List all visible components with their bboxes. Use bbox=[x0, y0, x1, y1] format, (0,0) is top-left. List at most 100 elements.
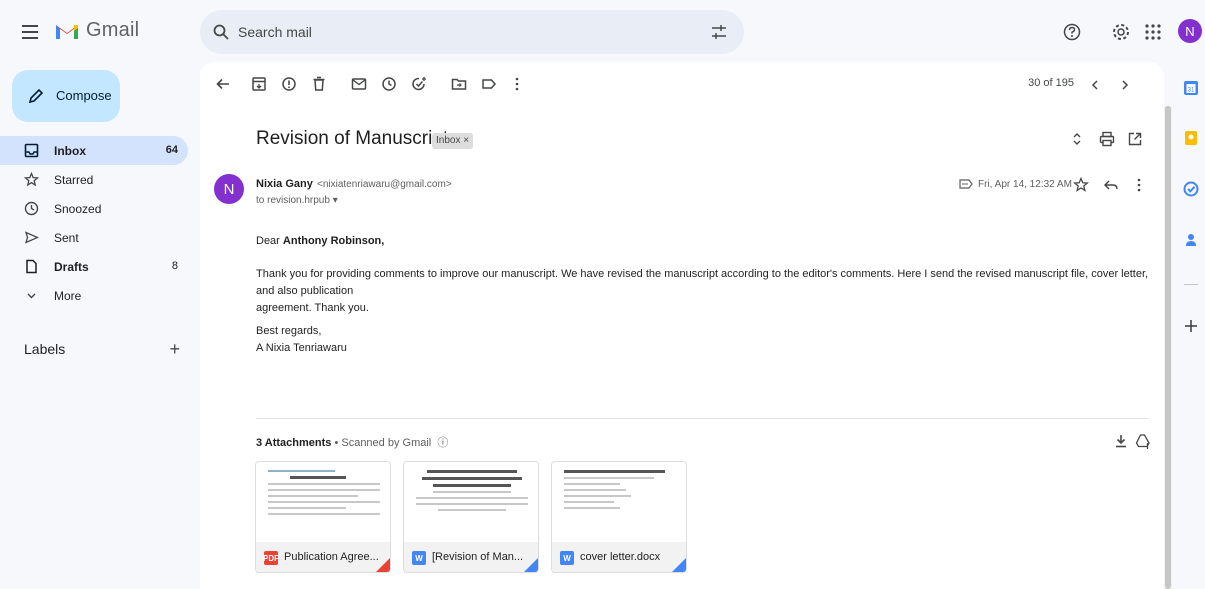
sender-name[interactable]: Nixia Gany bbox=[256, 178, 313, 190]
more-vertical-icon[interactable] bbox=[1130, 176, 1148, 194]
older-chevron-right-icon[interactable] bbox=[1116, 76, 1134, 94]
drafts-count: 8 bbox=[171, 260, 178, 272]
attachment-filename: Publication Agree... bbox=[284, 551, 379, 563]
reply-icon[interactable] bbox=[1102, 176, 1120, 194]
body-line-2: agreement. Thank you. bbox=[256, 302, 369, 314]
search-icon[interactable] bbox=[212, 23, 230, 41]
sidebar-item-more[interactable]: More bbox=[0, 281, 188, 310]
chevron-down-icon bbox=[27, 293, 36, 299]
sidebar-item-sent[interactable]: Sent bbox=[0, 223, 188, 252]
delete-trash-icon[interactable] bbox=[310, 75, 328, 93]
pencil-icon bbox=[28, 88, 44, 104]
sidebar-item-label: Starred bbox=[54, 173, 94, 187]
search-bar bbox=[200, 10, 744, 54]
file-type-corner bbox=[670, 556, 686, 572]
gmail-logo[interactable]: Gmail bbox=[54, 19, 139, 42]
expand-collapse-icon[interactable] bbox=[1068, 130, 1086, 148]
attachment-preview bbox=[404, 462, 538, 542]
account-avatar[interactable]: N bbox=[1178, 19, 1202, 43]
mark-unread-icon[interactable] bbox=[350, 75, 368, 93]
greeting-prefix: Dear bbox=[256, 235, 283, 247]
settings-gear-icon[interactable] bbox=[1111, 22, 1131, 42]
sidebar-item-label: Drafts bbox=[54, 260, 89, 274]
sidebar-item-snoozed[interactable]: Snoozed bbox=[0, 194, 188, 223]
message-panel: 30 of 195 Revision of Manuscript Inbox ×… bbox=[200, 62, 1164, 589]
header-separator: • bbox=[331, 437, 342, 449]
attachment-preview bbox=[256, 462, 390, 542]
labels-heading: Labels bbox=[24, 341, 66, 357]
closing-block: Best regards, A Nixia Tenriawaru bbox=[256, 323, 347, 357]
add-label-icon[interactable]: + bbox=[169, 339, 180, 360]
greeting-line: Dear Anthony Robinson, bbox=[256, 233, 384, 250]
label-tag-icon[interactable] bbox=[480, 75, 498, 93]
draft-file-icon bbox=[26, 259, 37, 274]
word-file-icon: W bbox=[560, 551, 574, 565]
attachment-card[interactable]: W cover letter.docx bbox=[551, 461, 687, 573]
attachment-card[interactable]: PDF Publication Agree... bbox=[255, 461, 391, 573]
sender-avatar[interactable]: N bbox=[214, 174, 244, 204]
file-type-corner bbox=[374, 556, 390, 572]
sidebar-item-inbox[interactable]: Inbox 64 bbox=[0, 136, 188, 165]
star-icon[interactable] bbox=[1072, 176, 1090, 194]
gmail-logo-text: Gmail bbox=[86, 19, 140, 41]
body-paragraph: Thank you for providing comments to impr… bbox=[256, 266, 1156, 317]
get-addons-plus-icon[interactable] bbox=[1183, 318, 1199, 334]
message-date: Fri, Apr 14, 12:32 AM bbox=[978, 179, 1072, 190]
attachment-footer: PDF Publication Agree... bbox=[256, 542, 390, 572]
labels-section: Labels + bbox=[24, 339, 184, 361]
calendar-icon[interactable]: 31 bbox=[1183, 80, 1199, 96]
email-subject: Revision of Manuscript bbox=[256, 128, 449, 149]
tasks-icon[interactable] bbox=[1183, 181, 1199, 197]
sidebar-item-label: Sent bbox=[54, 231, 79, 245]
add-to-tasks-icon[interactable] bbox=[410, 75, 428, 93]
star-icon bbox=[24, 172, 39, 187]
send-icon bbox=[24, 231, 39, 244]
sidebar-item-drafts[interactable]: Drafts 8 bbox=[0, 252, 188, 281]
report-spam-icon[interactable] bbox=[280, 75, 298, 93]
attachment-card[interactable]: W [Revision of Man... bbox=[403, 461, 539, 573]
more-vertical-icon[interactable] bbox=[508, 75, 526, 93]
message-scrollbar[interactable] bbox=[1164, 106, 1172, 589]
inbox-label-chip[interactable]: Inbox × bbox=[432, 133, 474, 149]
clock-icon bbox=[24, 201, 39, 216]
apps-grid-icon[interactable] bbox=[1143, 22, 1163, 42]
word-file-icon: W bbox=[412, 551, 426, 565]
snooze-clock-icon[interactable] bbox=[380, 75, 398, 93]
add-to-drive-icon[interactable] bbox=[1134, 432, 1152, 450]
recipient-details-toggle[interactable]: to revision.hrpub ▾ bbox=[256, 195, 338, 206]
closing-line: Best regards, bbox=[256, 325, 322, 337]
contacts-icon[interactable] bbox=[1183, 232, 1199, 248]
attachment-footer: W cover letter.docx bbox=[552, 542, 686, 572]
scrollbar-thumb[interactable] bbox=[1165, 106, 1171, 589]
back-arrow-icon[interactable] bbox=[214, 75, 232, 93]
label-important-icon bbox=[959, 179, 973, 189]
main-menu-icon[interactable] bbox=[18, 20, 42, 44]
scanned-by-gmail: Scanned by Gmail bbox=[341, 437, 432, 449]
attachment-filename: cover letter.docx bbox=[580, 551, 661, 563]
sidebar-item-starred[interactable]: Starred bbox=[0, 165, 188, 194]
search-input[interactable] bbox=[238, 20, 678, 44]
sidebar-item-label: Snoozed bbox=[54, 202, 102, 216]
sidebar-item-label: Inbox bbox=[54, 144, 86, 158]
download-all-icon[interactable] bbox=[1112, 432, 1130, 450]
compose-button[interactable]: Compose bbox=[12, 70, 120, 122]
info-icon[interactable]: ⓘ bbox=[437, 437, 448, 449]
gmail-m-icon bbox=[56, 24, 78, 39]
attachments-divider bbox=[256, 418, 1148, 419]
keep-icon[interactable] bbox=[1183, 130, 1199, 146]
help-icon[interactable] bbox=[1062, 22, 1082, 42]
archive-icon[interactable] bbox=[250, 75, 268, 93]
open-new-window-icon[interactable] bbox=[1126, 130, 1144, 148]
pagination-count: 30 of 195 bbox=[1028, 77, 1074, 89]
sidebar-nav: Inbox 64 Starred Snoozed Sent Drafts 8 M… bbox=[0, 136, 190, 310]
search-options-icon[interactable] bbox=[710, 23, 728, 41]
pdf-file-icon: PDF bbox=[263, 551, 279, 565]
unread-count: 64 bbox=[165, 144, 178, 156]
move-to-folder-icon[interactable] bbox=[450, 75, 468, 93]
message-toolbar: 30 of 195 bbox=[200, 62, 1164, 106]
newer-chevron-left-icon[interactable] bbox=[1086, 76, 1104, 94]
print-icon[interactable] bbox=[1098, 130, 1116, 148]
sidebar-item-label: More bbox=[54, 289, 82, 303]
attachment-preview bbox=[552, 462, 686, 542]
attachments-count: 3 Attachments bbox=[256, 437, 332, 449]
